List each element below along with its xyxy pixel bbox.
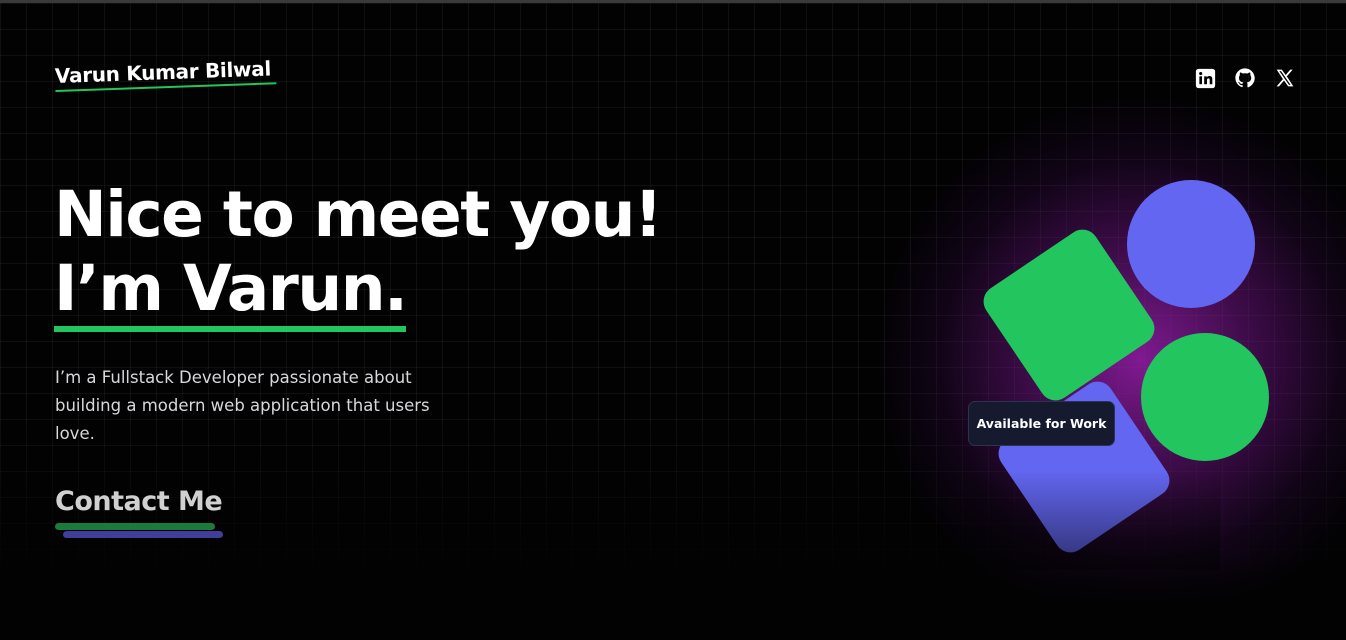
contact-me-label: Contact Me (55, 486, 223, 517)
purple-circle-shape (1127, 180, 1255, 308)
x-twitter-icon (1276, 69, 1294, 87)
linkedin-link[interactable] (1194, 67, 1216, 89)
headline-line-1: Nice to meet you! (54, 178, 663, 251)
available-for-work-badge: Available for Work (968, 401, 1115, 446)
contact-me-button[interactable]: Contact Me (55, 486, 223, 538)
headline-name: I’m Varun. (54, 252, 408, 325)
x-twitter-link[interactable] (1274, 67, 1296, 89)
name-underline (54, 326, 407, 332)
social-links (1194, 67, 1296, 89)
github-icon (1235, 68, 1255, 88)
intro-paragraph: I’m a Fullstack Developer passionate abo… (55, 368, 430, 443)
green-circle-shape (1141, 333, 1269, 461)
github-link[interactable] (1234, 67, 1256, 89)
hero-headline: Nice to meet you! I’m Varun. (54, 178, 663, 332)
contact-underline-purple (63, 531, 223, 538)
linkedin-icon (1195, 68, 1215, 88)
contact-underline-green (55, 523, 215, 530)
hero-page: Varun Kumar Bilwal Nice to meet you! I’m… (0, 0, 1346, 640)
headline-line-2: I’m Varun. (54, 252, 661, 332)
bottom-fade (0, 560, 1346, 640)
name-highlight: I’m Varun. (54, 252, 408, 332)
shape-shadow-fade (960, 470, 1220, 570)
